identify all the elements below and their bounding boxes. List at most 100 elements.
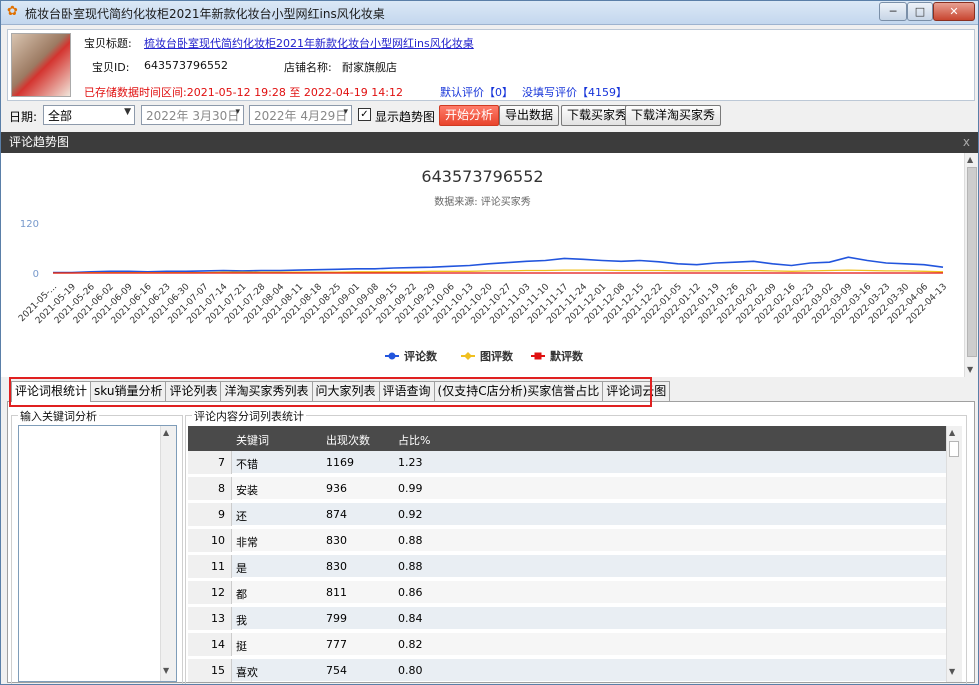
product-title-link[interactable]: 梳妆台卧室现代简约化妆柜2021年新款化妆台小型网红ins风化妆桌 [144, 35, 474, 51]
main-window: ✿ 梳妆台卧室现代简约化妆柜2021年新款化妆台小型网红ins风化妆桌 ─ □ … [0, 0, 979, 685]
cell-count: 754 [326, 664, 347, 677]
cell-pct: 0.99 [398, 482, 423, 495]
cell-pct: 0.84 [398, 612, 423, 625]
table-row[interactable]: 14 挺 777 0.82 [188, 633, 946, 656]
trend-panel-title: 评论趋势图 [9, 135, 70, 149]
table-row[interactable]: 13 我 799 0.84 [188, 607, 946, 630]
column-header-keyword[interactable]: 关键词 [236, 432, 269, 448]
end-date-picker[interactable]: 2022年 4月29日 ▾ [249, 105, 352, 125]
cell-pct: 0.88 [398, 534, 423, 547]
start-analysis-button[interactable]: 开始分析 [439, 105, 500, 126]
calendar-dropdown-icon: ▾ [235, 107, 240, 117]
cell-count: 799 [326, 612, 347, 625]
word-group-title: 评论内容分词列表统计 [192, 408, 306, 424]
cell-word: 挺 [236, 640, 247, 653]
scroll-up-arrow-icon[interactable]: ▲ [949, 428, 955, 437]
cell-word: 非常 [236, 536, 258, 549]
table-row[interactable]: 11 是 830 0.88 [188, 555, 946, 578]
default-reviews-count: 默认评价【0】 [440, 86, 513, 99]
cell-word: 都 [236, 588, 247, 601]
analysis-tabs: 评论词根统计 sku销量分析 评论列表 洋淘买家秀列表 问大家列表 评语查询 (仅支持C店分… [11, 381, 671, 402]
table-row[interactable]: 8 安装 936 0.99 [188, 477, 946, 500]
maximize-button[interactable]: □ [907, 2, 933, 21]
app-flower-icon: ✿ [7, 4, 18, 19]
download-foreign-buyer-show-button[interactable]: 下载洋淘买家秀 [625, 105, 722, 126]
date-range-select[interactable]: 全部 ▼ [43, 105, 135, 125]
chart-scroll-thumb[interactable] [967, 167, 977, 357]
product-info-panel: 宝贝标题: 梳妆台卧室现代简约化妆柜2021年新款化妆台小型网红ins风化妆桌 … [7, 29, 975, 101]
cell-pct: 0.88 [398, 560, 423, 573]
table-row[interactable]: 9 还 874 0.92 [188, 503, 946, 526]
column-header-count[interactable]: 出现次数 [326, 432, 370, 448]
legend-symbol-2 [534, 352, 542, 360]
word-table: 关键词 出现次数 占比% 7 不错 1169 1.23 8 安装 936 0.99 9 还 874 0… [188, 426, 946, 682]
keyword-group-title: 输入关键词分析 [18, 408, 99, 424]
chart-vertical-scrollbar[interactable]: ▲ ▼ [964, 153, 978, 377]
cell-count: 1169 [326, 456, 354, 469]
shop-label: 店铺名称: [284, 61, 332, 74]
chevron-down-icon: ▼ [124, 107, 131, 117]
cell-count: 777 [326, 638, 347, 651]
legend-symbol-0 [388, 352, 396, 360]
table-row[interactable]: 15 喜欢 754 0.80 [188, 659, 946, 682]
scroll-down-arrow-icon[interactable]: ▼ [967, 365, 973, 374]
cell-n: 9 [188, 503, 232, 526]
tab-3[interactable]: 洋淘买家秀列表 [220, 381, 313, 401]
cell-word: 安装 [236, 484, 258, 497]
date-label: 日期: [9, 110, 38, 124]
tab-0[interactable]: 评论词根统计 [11, 381, 92, 402]
keyword-input[interactable] [18, 425, 177, 682]
show-trend-label[interactable]: 显示趋势图 [375, 108, 435, 125]
cell-n: 13 [188, 607, 232, 630]
table-row[interactable]: 12 都 811 0.86 [188, 581, 946, 604]
cell-word: 还 [236, 510, 247, 523]
product-id-value: 643573796552 [144, 59, 228, 72]
cell-count: 830 [326, 534, 347, 547]
tab-7[interactable]: 评论词云图 [602, 381, 671, 401]
scroll-down-arrow-icon[interactable]: ▼ [949, 667, 955, 676]
table-scroll-thumb[interactable] [949, 441, 959, 457]
trend-chart-area: 643573796552 数据来源: 评论买家秀 120 0 2021-05-... 20… [1, 153, 964, 377]
chart-subtitle: 数据来源: 评论买家秀 [434, 195, 531, 208]
export-data-button[interactable]: 导出数据 [499, 105, 560, 126]
close-button[interactable]: ✕ [933, 2, 975, 21]
scroll-down-arrow-icon[interactable]: ▼ [163, 666, 169, 675]
cell-pct: 1.23 [398, 456, 423, 469]
tab-2[interactable]: 评论列表 [165, 381, 222, 401]
tab-4[interactable]: 问大家列表 [311, 381, 380, 401]
calendar-dropdown-icon: ▾ [343, 107, 348, 117]
tab-6[interactable]: (仅支持C店分析)买家信誉占比 [433, 381, 604, 401]
title-bar[interactable]: ✿ 梳妆台卧室现代简约化妆柜2021年新款化妆台小型网红ins风化妆桌 ─ □ … [1, 1, 978, 25]
cell-count: 811 [326, 586, 347, 599]
show-trend-checkbox[interactable]: ✓ [358, 108, 371, 121]
cell-n: 12 [188, 581, 232, 604]
column-header-percent[interactable]: 占比% [398, 432, 430, 448]
download-buyer-show-button[interactable]: 下载买家秀 [561, 105, 634, 126]
minimize-button[interactable]: ─ [879, 2, 907, 21]
cell-pct: 0.86 [398, 586, 423, 599]
stored-range-text: 已存储数据时间区间:2021-05-12 19:28 至 2022-04-19 … [84, 86, 403, 99]
end-date-value: 2022年 4月29日 [254, 109, 348, 123]
tab-5[interactable]: 评语查询 [378, 381, 435, 401]
product-thumbnail [11, 33, 71, 97]
table-row[interactable]: 10 非常 830 0.88 [188, 529, 946, 552]
id-label: 宝贝ID: [92, 61, 130, 74]
cell-n: 15 [188, 659, 232, 682]
unfilled-reviews-count: 没填写评价【4159】 [522, 86, 627, 99]
close-panel-icon[interactable]: x [963, 132, 970, 153]
tab-1[interactable]: sku销量分析 [90, 381, 167, 401]
scroll-up-arrow-icon[interactable]: ▲ [967, 155, 973, 164]
start-date-picker[interactable]: 2022年 3月30日 ▾ [141, 105, 244, 125]
window-title: 梳妆台卧室现代简约化妆柜2021年新款化妆台小型网红ins风化妆桌 [25, 7, 385, 21]
legend-label-2: 默评数 [550, 349, 584, 363]
table-vertical-scrollbar[interactable]: ▲ ▼ [946, 426, 962, 682]
keyword-scrollbar[interactable]: ▲ ▼ [160, 426, 176, 681]
cell-word: 不错 [236, 458, 258, 471]
scroll-up-arrow-icon[interactable]: ▲ [163, 428, 169, 437]
cell-word: 是 [236, 562, 247, 575]
cell-word: 喜欢 [236, 666, 258, 679]
date-range-select-value: 全部 [48, 109, 73, 123]
trend-chart: 643573796552数据来源: 评论买家秀12002021-05-...20… [17, 167, 949, 363]
cell-count: 830 [326, 560, 347, 573]
table-row[interactable]: 7 不错 1169 1.23 [188, 451, 946, 474]
